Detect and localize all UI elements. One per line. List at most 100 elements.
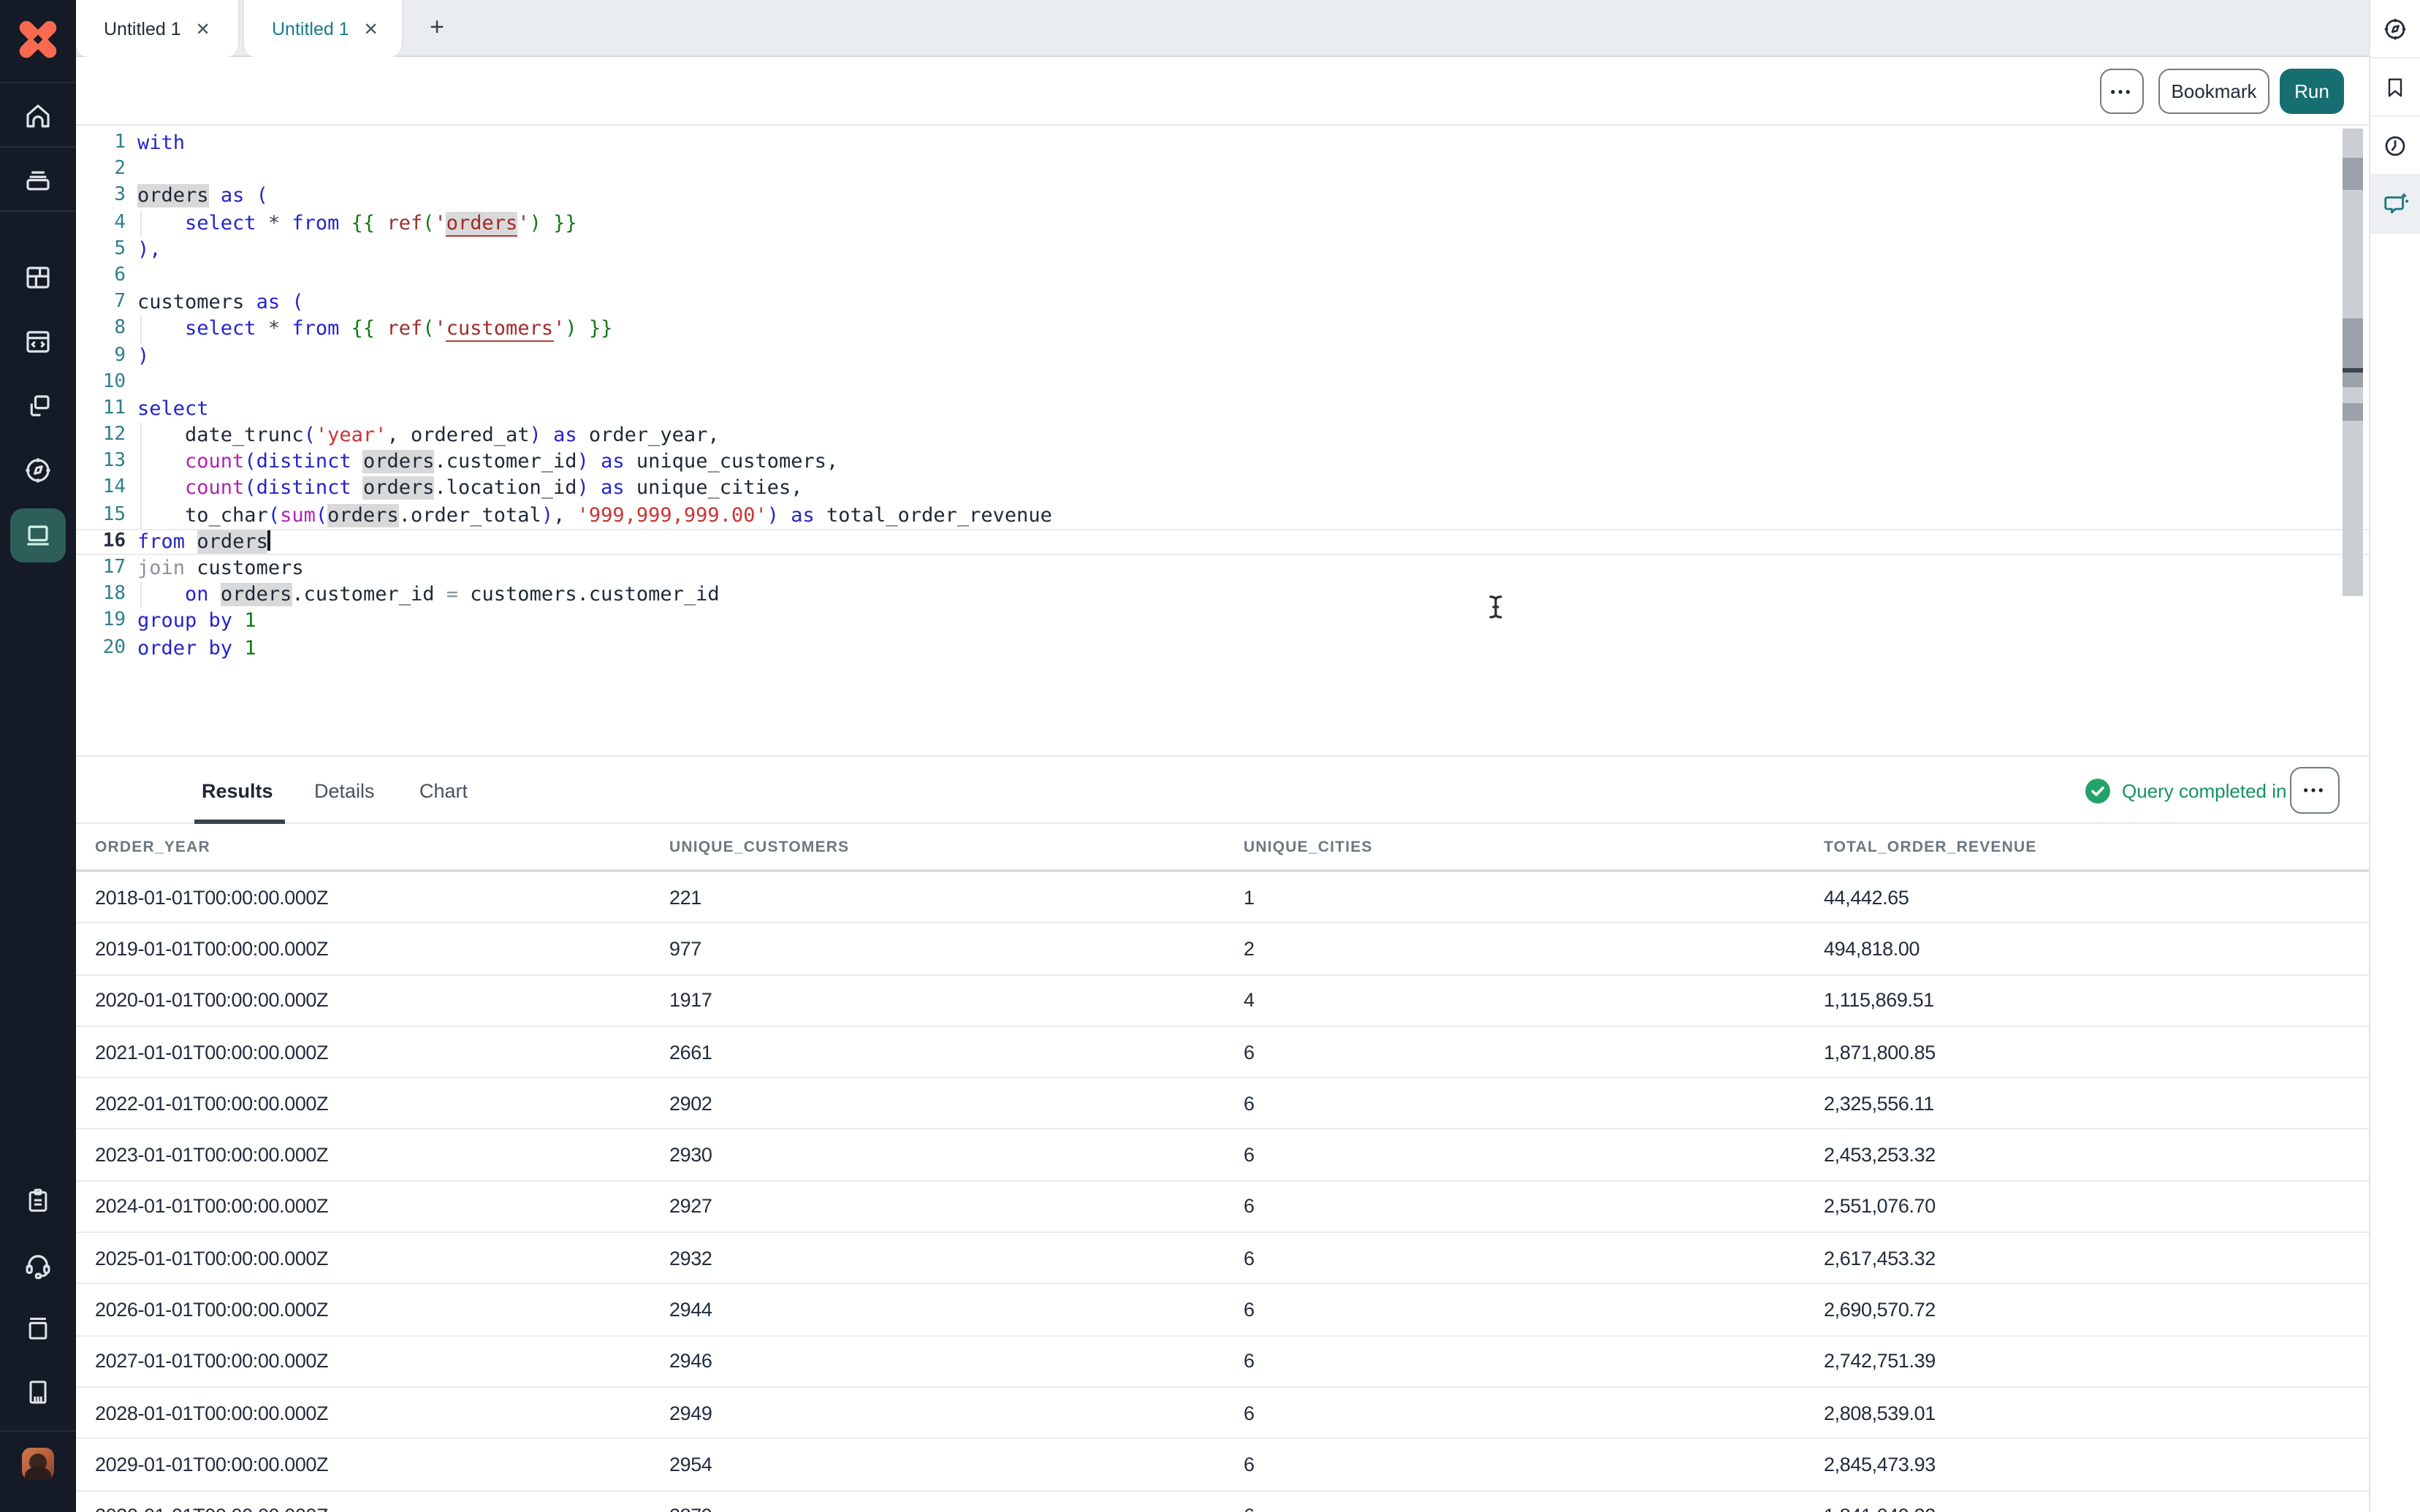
code-line-14[interactable]: 14 count(distinct orders.location_id) as…	[76, 476, 2369, 502]
results-more-button[interactable]: •••	[2290, 767, 2340, 814]
table-cell: 6	[1244, 1402, 1824, 1424]
explore-compass-icon[interactable]	[23, 455, 53, 486]
results-tab-results[interactable]: Results	[202, 757, 273, 824]
table-cell: 2,690,570.72	[1824, 1299, 2369, 1321]
table-cell: 2	[1244, 938, 1824, 960]
table-cell: 2944	[669, 1299, 1244, 1321]
table-row[interactable]: 2029-01-01T00:00:00.000Z295462,845,473.9…	[76, 1440, 2369, 1492]
tab-untitled-2[interactable]: Untitled 1 ✕	[243, 0, 403, 57]
code-line-4[interactable]: 4 select * from {{ ref('orders') }}	[76, 210, 2369, 236]
code-line-5[interactable]: 5),	[76, 237, 2369, 263]
tab-untitled-1[interactable]: Untitled 1 ✕	[76, 0, 240, 57]
table-cell: 2949	[669, 1402, 1244, 1424]
line-content: group by 1	[126, 610, 256, 633]
docs-book-icon[interactable]	[23, 1313, 53, 1343]
support-headset-icon[interactable]	[23, 1250, 53, 1280]
bookmark-button[interactable]: Bookmark	[2158, 69, 2269, 114]
table-header-row: ORDER_YEARUNIQUE_CUSTOMERSUNIQUE_CITIEST…	[76, 824, 2369, 872]
table-cell: 2,453,253.32	[1824, 1144, 2369, 1166]
code-line-12[interactable]: 12 date_trunc('year', ordered_at) as ord…	[76, 422, 2369, 448]
column-header[interactable]: UNIQUE_CITIES	[1244, 838, 1824, 855]
explore-compass-icon[interactable]	[2370, 0, 2420, 58]
history-clock-icon[interactable]	[2370, 117, 2420, 175]
line-content: select * from {{ ref('orders') }}	[126, 211, 577, 234]
table-cell: 494,818.00	[1824, 938, 2369, 960]
more-options-button[interactable]: •••	[2100, 69, 2144, 114]
code-line-6[interactable]: 6	[76, 263, 2369, 289]
table-cell: 221	[669, 886, 1244, 908]
user-avatar[interactable]	[22, 1448, 54, 1480]
table-row[interactable]: 2027-01-01T00:00:00.000Z294662,742,751.3…	[76, 1336, 2369, 1388]
column-header[interactable]: TOTAL_ORDER_REVENUE	[1824, 838, 2369, 855]
code-line-19[interactable]: 19group by 1	[76, 608, 2369, 635]
left-sidebar	[0, 0, 76, 1512]
organization-building-icon[interactable]	[23, 1378, 53, 1407]
line-content: orders as (	[126, 185, 268, 208]
apps-icon[interactable]	[23, 391, 53, 421]
line-content: from orders	[126, 530, 270, 554]
column-header[interactable]: UNIQUE_CUSTOMERS	[669, 838, 1244, 855]
success-check-icon	[2085, 778, 2110, 803]
table-cell: 2,742,751.39	[1824, 1351, 2369, 1372]
new-tab-button[interactable]: +	[418, 9, 456, 47]
sql-editor[interactable]: 1with23orders as (4 select * from {{ ref…	[76, 126, 2369, 755]
code-line-18[interactable]: 18 on orders.customer_id = customers.cus…	[76, 581, 2369, 608]
table-row[interactable]: 2024-01-01T00:00:00.000Z292762,551,076.7…	[76, 1182, 2369, 1234]
code-line-8[interactable]: 8 select * from {{ ref('customers') }}	[76, 316, 2369, 343]
code-line-17[interactable]: 17join customers	[76, 555, 2369, 581]
app-logo-icon[interactable]	[16, 18, 60, 61]
code-line-20[interactable]: 20order by 1	[76, 635, 2369, 661]
code-line-1[interactable]: 1with	[76, 130, 2369, 156]
table-row[interactable]: 2019-01-01T00:00:00.000Z9772494,818.00	[76, 924, 2369, 976]
line-number: 16	[76, 529, 126, 555]
close-icon[interactable]: ✕	[364, 20, 378, 37]
bookmarks-icon[interactable]	[2370, 58, 2420, 117]
code-line-2[interactable]: 2	[76, 156, 2369, 183]
results-tab-chart[interactable]: Chart	[419, 757, 468, 824]
table-cell: 1,841,049.32	[1824, 1505, 2369, 1512]
table-row[interactable]: 2025-01-01T00:00:00.000Z293262,617,453.3…	[76, 1233, 2369, 1285]
code-line-13[interactable]: 13 count(distinct orders.customer_id) as…	[76, 449, 2369, 476]
table-row[interactable]: 2022-01-01T00:00:00.000Z290262,325,556.1…	[76, 1078, 2369, 1130]
collections-icon[interactable]	[23, 163, 53, 194]
table-row[interactable]: 2021-01-01T00:00:00.000Z266161,871,800.8…	[76, 1027, 2369, 1079]
table-body: 2018-01-01T00:00:00.000Z221144,442.65201…	[76, 872, 2369, 1512]
table-row[interactable]: 2030-01-01T00:00:00.000Z287961,841,049.3…	[76, 1491, 2369, 1512]
line-number: 14	[76, 476, 126, 502]
column-header[interactable]: ORDER_YEAR	[95, 838, 669, 855]
line-number: 18	[76, 581, 126, 608]
changelog-clipboard-icon[interactable]	[23, 1186, 53, 1215]
code-line-16[interactable]: 16from orders	[76, 529, 2369, 555]
table-row[interactable]: 2028-01-01T00:00:00.000Z294962,808,539.0…	[76, 1388, 2369, 1440]
table-cell: 2023-01-01T00:00:00.000Z	[95, 1144, 669, 1166]
code-line-7[interactable]: 7customers as (	[76, 289, 2369, 316]
results-tab-details[interactable]: Details	[314, 757, 375, 824]
table-row[interactable]: 2026-01-01T00:00:00.000Z294462,690,570.7…	[76, 1285, 2369, 1337]
home-icon[interactable]	[23, 100, 53, 131]
line-content: order by 1	[126, 636, 256, 660]
code-line-15[interactable]: 15 to_char(sum(orders.order_total), '999…	[76, 502, 2369, 528]
table-row[interactable]: 2023-01-01T00:00:00.000Z293062,453,253.3…	[76, 1130, 2369, 1182]
run-button[interactable]: Run	[2280, 69, 2344, 114]
close-icon[interactable]: ✕	[196, 20, 210, 37]
table-cell: 2,325,556.11	[1824, 1093, 2369, 1115]
table-cell: 2946	[669, 1351, 1244, 1372]
table-cell: 2026-01-01T00:00:00.000Z	[95, 1299, 669, 1321]
table-row[interactable]: 2018-01-01T00:00:00.000Z221144,442.65	[76, 872, 2369, 924]
dashboards-icon[interactable]	[23, 262, 53, 293]
code-line-9[interactable]: 9)	[76, 343, 2369, 369]
code-window-icon[interactable]	[23, 327, 53, 357]
table-cell: 6	[1244, 1505, 1824, 1512]
line-content: join customers	[126, 557, 304, 580]
code-line-10[interactable]: 10	[76, 369, 2369, 395]
sidebar-item-notebooks-active[interactable]	[10, 508, 66, 562]
table-cell: 1917	[669, 989, 1244, 1011]
ai-assistant-chat-icon[interactable]	[2370, 175, 2420, 234]
line-content: count(distinct orders.location_id) as un…	[126, 477, 803, 500]
table-cell: 2027-01-01T00:00:00.000Z	[95, 1351, 669, 1372]
table-row[interactable]: 2020-01-01T00:00:00.000Z191741,115,869.5…	[76, 975, 2369, 1027]
code-line-3[interactable]: 3orders as (	[76, 183, 2369, 210]
code-line-11[interactable]: 11select	[76, 396, 2369, 422]
editor-scrollbar[interactable]	[2343, 129, 2363, 596]
line-number: 10	[76, 369, 126, 395]
